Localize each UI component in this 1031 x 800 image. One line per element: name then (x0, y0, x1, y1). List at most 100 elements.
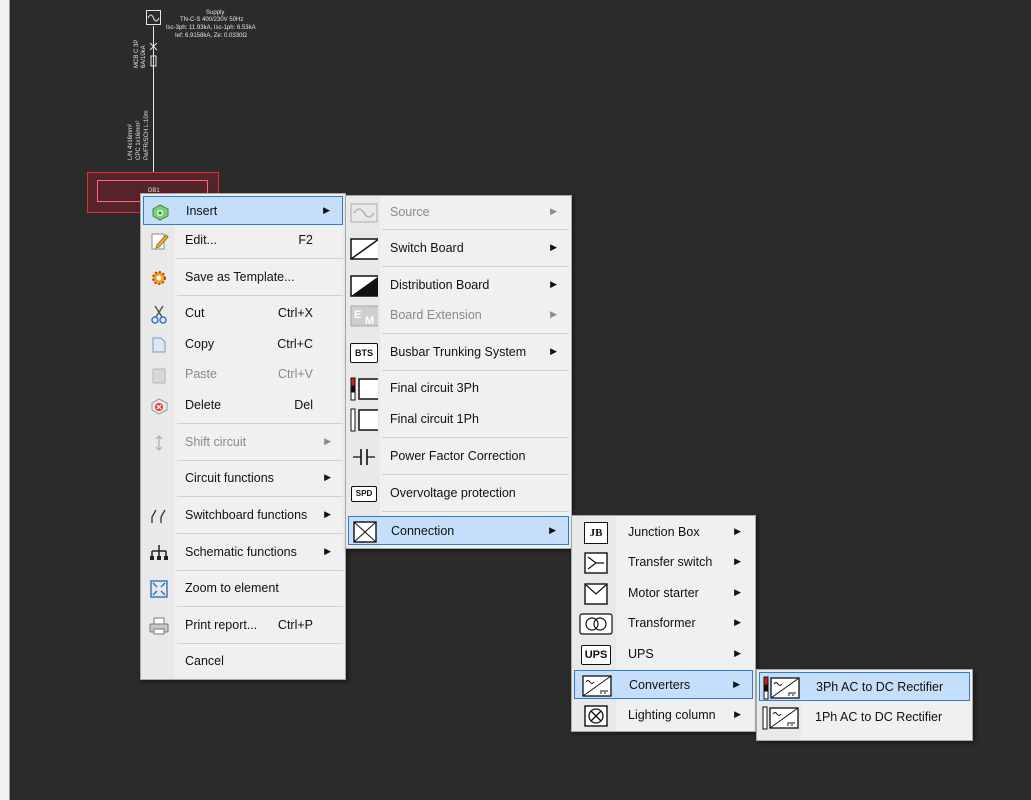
insert-label-busbar-trunking: Busbar Trunking System (390, 345, 527, 359)
supply-source-icon[interactable] (146, 10, 162, 26)
menu-item-save-as-template[interactable]: Save as Template... (143, 263, 343, 292)
supply-impedance-text: Ief: 6.9158kA, Ze: 0.0330Ω (175, 33, 247, 39)
insert-label-connection: Connection (391, 524, 455, 538)
rectifier-1ph-icon (761, 703, 801, 732)
menu-item-schematic-functions[interactable]: Schematic functions ▶ (143, 538, 343, 567)
svg-text:E: E (354, 309, 361, 321)
insert-item-busbar-trunking[interactable]: BTS Busbar Trunking System ▶ (348, 338, 569, 367)
feeder-line[interactable] (146, 26, 162, 186)
menu-separator (177, 423, 343, 424)
menu-label-switchboard-functions: Switchboard functions (185, 508, 308, 522)
submenu-arrow-icon: ▶ (324, 472, 331, 482)
connection-item-converters[interactable]: Converters ▶ (574, 670, 753, 699)
bts-icon: BTS (350, 338, 378, 367)
menu-item-zoom-to-element[interactable]: Zoom to element (143, 574, 343, 603)
spd-icon: SPD (350, 479, 378, 508)
connection-label-lighting-column: Lighting column (628, 708, 716, 722)
menu-label-insert: Insert (186, 204, 218, 218)
converter-label-3ph-rectifier: 3Ph AC to DC Rectifier (816, 680, 944, 694)
connection-item-motor-starter[interactable]: Motor starter ▶ (574, 579, 753, 608)
shortcut-delete: Del (294, 398, 313, 412)
menu-item-circuit-functions[interactable]: Circuit functions ▶ (143, 464, 343, 493)
left-panel-edge (0, 0, 10, 800)
insert-item-switch-board[interactable]: Switch Board ▶ (348, 234, 569, 263)
zoom-extents-icon (145, 574, 173, 603)
menu-separator (177, 533, 343, 534)
insert-item-power-factor-correction[interactable]: Power Factor Correction (348, 442, 569, 471)
connection-item-transformer[interactable]: Transformer ▶ (574, 609, 753, 638)
insert-item-final-circuit-1ph[interactable]: Final circuit 1Ph (348, 405, 569, 434)
insert-item-connection[interactable]: Connection ▶ (348, 516, 569, 545)
menu-item-insert[interactable]: Insert ▶ (143, 196, 343, 225)
connection-item-transfer-switch[interactable]: Transfer switch ▶ (574, 548, 753, 577)
menu-item-cancel[interactable]: Cancel (143, 647, 343, 676)
menu-label-circuit-functions: Circuit functions (185, 471, 274, 485)
menu-separator (382, 333, 569, 334)
menu-separator (177, 570, 343, 571)
menu-label-copy: Copy (185, 337, 215, 351)
submenu-arrow-icon: ▶ (734, 556, 741, 566)
shift-icon (145, 428, 173, 457)
connection-label-ups: UPS (628, 647, 654, 661)
submenu-arrow-icon: ▶ (734, 526, 741, 536)
breaker-rating: 6A/10kA (141, 45, 147, 68)
insert-label-source: Source (390, 205, 430, 219)
rectifier-3ph-icon (762, 673, 802, 702)
connection-label-motor-starter: Motor starter (628, 586, 699, 600)
menu-item-copy[interactable]: Copy Ctrl+C (143, 330, 343, 359)
converter-item-1ph-rectifier[interactable]: 1Ph AC to DC Rectifier (759, 703, 970, 732)
converter-label-1ph-rectifier: 1Ph AC to DC Rectifier (815, 710, 943, 724)
submenu-arrow-icon: ▶ (734, 617, 741, 627)
insert-label-final-circuit-3ph: Final circuit 3Ph (390, 381, 479, 395)
connection-item-lighting-column[interactable]: Lighting column ▶ (574, 701, 753, 730)
connection-label-transfer-switch: Transfer switch (628, 555, 713, 569)
menu-separator (382, 511, 569, 512)
converter-item-3ph-rectifier[interactable]: 3Ph AC to DC Rectifier (759, 672, 970, 701)
board-extension-icon: EM (350, 301, 378, 330)
final-circuit-3ph-icon (350, 374, 378, 403)
menu-separator (382, 474, 569, 475)
menu-separator (177, 606, 343, 607)
menu-item-switchboard-functions[interactable]: Switchboard functions ▶ (143, 501, 343, 530)
schematic-tree-icon (145, 538, 173, 567)
insert-label-final-circuit-1ph: Final circuit 1Ph (390, 412, 479, 426)
connection-label-transformer: Transformer (628, 616, 696, 630)
transfer-switch-icon (576, 548, 616, 577)
menu-label-shift-circuit: Shift circuit (185, 435, 247, 449)
menu-item-paste: Paste Ctrl+V (143, 360, 343, 389)
submenu-arrow-icon: ▶ (549, 525, 556, 535)
insert-item-overvoltage-protection[interactable]: SPD Overvoltage protection (348, 479, 569, 508)
context-menu: Insert ▶ Edit... F2 Save as Template... … (140, 193, 346, 680)
insert-item-distribution-board[interactable]: Distribution Board ▶ (348, 271, 569, 300)
menu-separator (177, 295, 343, 296)
insert-label-switch-board: Switch Board (390, 241, 464, 255)
menu-item-print-report[interactable]: Print report... Ctrl+P (143, 611, 343, 640)
menu-item-cut[interactable]: Cut Ctrl+X (143, 299, 343, 328)
insert-icon (146, 197, 174, 226)
connection-label-junction-box: Junction Box (628, 525, 700, 539)
submenu-arrow-icon: ▶ (733, 679, 740, 689)
connection-item-ups[interactable]: UPS UPS ▶ (574, 640, 753, 669)
spd-icon-text: SPD (351, 485, 377, 502)
shortcut-copy: Ctrl+C (277, 337, 313, 351)
menu-item-delete[interactable]: Delete Del (143, 391, 343, 420)
submenu-arrow-icon: ▶ (550, 279, 557, 289)
menu-separator (382, 229, 569, 230)
insert-item-final-circuit-3ph[interactable]: Final circuit 3Ph (348, 374, 569, 403)
connection-submenu: JB Junction Box ▶ Transfer switch ▶ Moto… (571, 515, 756, 732)
junction-box-icon: JB (576, 518, 616, 547)
submenu-arrow-icon: ▶ (550, 242, 557, 252)
transformer-icon (576, 609, 616, 638)
insert-label-board-extension: Board Extension (390, 308, 482, 322)
switch-board-icon (350, 234, 378, 263)
menu-item-edit[interactable]: Edit... F2 (143, 226, 343, 255)
shortcut-edit: F2 (298, 233, 313, 247)
supply-system-text: TN-C-S 400/230V 50Hz (180, 17, 244, 23)
copy-icon (145, 330, 173, 359)
connection-item-junction-box[interactable]: JB Junction Box ▶ (574, 518, 753, 547)
insert-label-overvoltage-protection: Overvoltage protection (390, 486, 516, 500)
menu-separator (382, 437, 569, 438)
cable-text-2: CPC 1x16mm² (136, 120, 142, 160)
converters-submenu: 3Ph AC to DC Rectifier 1Ph AC to DC Rect… (756, 669, 973, 741)
ups-icon-text: UPS (581, 644, 611, 665)
